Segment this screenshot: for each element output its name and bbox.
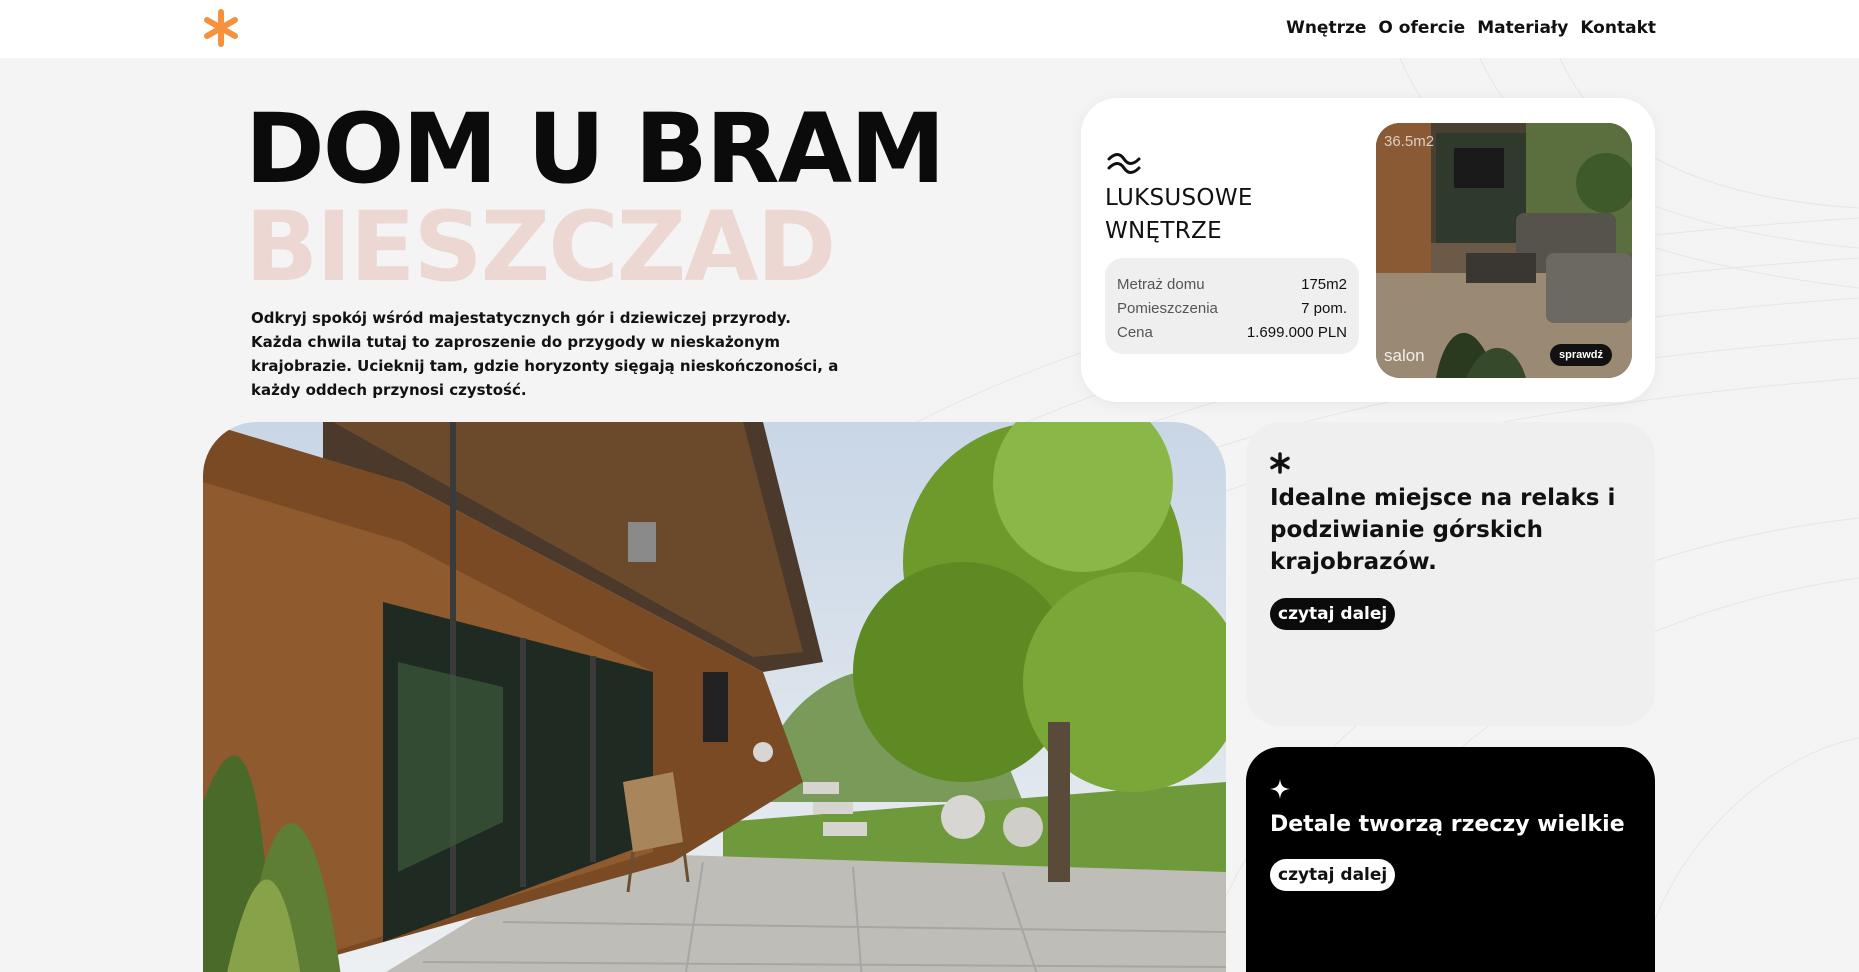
house-exterior-image <box>203 422 1226 972</box>
nav-item-materialy[interactable]: Materiały <box>1477 18 1568 38</box>
room-area-label: 36.5m2 <box>1384 133 1435 150</box>
details-dark-card: Detale tworzą rzeczy wielkie czytaj dale… <box>1246 747 1655 972</box>
check-room-button[interactable]: sprawdź <box>1549 344 1612 366</box>
spec-label: Pomieszczenia <box>1117 300 1218 317</box>
read-more-button[interactable]: czytaj dalej <box>1270 598 1396 630</box>
nav-item-o-ofercie[interactable]: O ofercie <box>1378 18 1465 38</box>
room-name-label: salon <box>1384 346 1425 365</box>
read-more-button[interactable]: czytaj dalej <box>1270 859 1396 891</box>
nav-item-kontakt[interactable]: Kontakt <box>1580 18 1656 38</box>
sparkle-icon <box>1270 779 1290 799</box>
specs-table: Metraż domu 175m2 Pomieszczenia 7 pom. C… <box>1105 258 1359 354</box>
hero-title-line1: DOM U BRAM <box>245 93 946 205</box>
hero-description: Odkryj spokój wśród majestatycznych gór … <box>251 309 839 399</box>
hero-title-line2: BIESZCZAD <box>245 191 836 303</box>
spec-label: Cena <box>1117 324 1153 341</box>
interior-info-card: LUKSUSOWE WNĘTRZE Metraż domu 175m2 Pomi… <box>1081 98 1655 402</box>
spec-value: 1.699.000 PLN <box>1246 324 1347 341</box>
hero-title: DOM U BRAM BIESZCZAD <box>245 93 946 303</box>
relax-feature-card: Idealne miejsce na relaks i podziwianie … <box>1246 422 1655 726</box>
wave-icon <box>1107 153 1141 174</box>
nav-item-wnetrze[interactable]: Wnętrze <box>1286 18 1366 38</box>
asterisk-logo-icon[interactable] <box>202 8 240 48</box>
interior-card-title: LUKSUSOWE WNĘTRZE <box>1105 185 1253 244</box>
living-room-photo[interactable]: 36.5m2 salon sprawdź <box>1376 123 1632 378</box>
living-room-image <box>1376 123 1632 378</box>
spec-value: 175m2 <box>1301 276 1347 293</box>
spec-row: Pomieszczenia 7 pom. <box>1117 297 1347 321</box>
house-exterior-photo <box>203 422 1226 972</box>
spec-row: Cena 1.699.000 PLN <box>1117 321 1347 345</box>
spec-row: Metraż domu 175m2 <box>1117 273 1347 297</box>
spec-value: 7 pom. <box>1301 300 1347 317</box>
asterisk-icon <box>1270 452 1290 474</box>
main-nav: Wnętrze O ofercie Materiały Kontakt <box>1286 18 1656 38</box>
top-header: Wnętrze O ofercie Materiały Kontakt <box>0 0 1859 58</box>
spec-label: Metraż domu <box>1117 276 1205 293</box>
details-card-text: Detale tworzą rzeczy wielkie <box>1270 812 1625 837</box>
relax-feature-text: Idealne miejsce na relaks i podziwianie … <box>1270 485 1616 575</box>
